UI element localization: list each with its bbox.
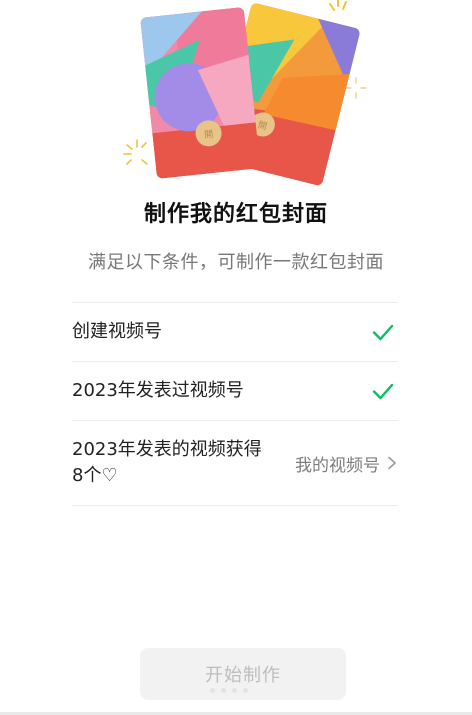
page-subtitle: 满足以下条件，可制作一款红包封面 — [88, 252, 384, 273]
check-icon — [372, 383, 394, 400]
sparkle-icon — [329, 0, 347, 11]
condition-row-likes: 2023年发表的视频获得 8个♡ 我的视频号 — [72, 421, 398, 505]
divider — [72, 505, 398, 506]
page-dot — [221, 688, 226, 693]
page-title: 制作我的红包封面 — [143, 202, 328, 227]
chevron-right-icon — [388, 456, 396, 470]
page-dot — [243, 688, 248, 693]
condition-row-create-channel: 创建视频号 — [72, 303, 398, 361]
sparkle-icon — [345, 77, 367, 99]
check-icon — [372, 324, 394, 341]
svg-text:開: 開 — [204, 129, 214, 141]
page-indicator — [210, 688, 248, 693]
red-envelope-illustration: 開 開 — [123, 0, 367, 187]
my-channel-link[interactable]: 我的视频号 — [295, 451, 398, 476]
condition-row-posted-2023: 2023年发表过视频号 — [72, 362, 398, 420]
page-dot — [210, 688, 215, 693]
condition-label: 2023年发表过视频号 — [72, 380, 244, 401]
condition-list: 创建视频号 2023年发表过视频号 2023年发表的视频获得 8个♡ 我的视频号 — [72, 302, 398, 506]
sparkle-icon — [123, 139, 148, 165]
page-dot — [232, 688, 237, 693]
condition-label: 创建视频号 — [72, 321, 162, 342]
my-channel-link-label: 我的视频号 — [295, 455, 380, 476]
condition-label: 2023年发表的视频获得 8个♡ — [72, 439, 262, 486]
